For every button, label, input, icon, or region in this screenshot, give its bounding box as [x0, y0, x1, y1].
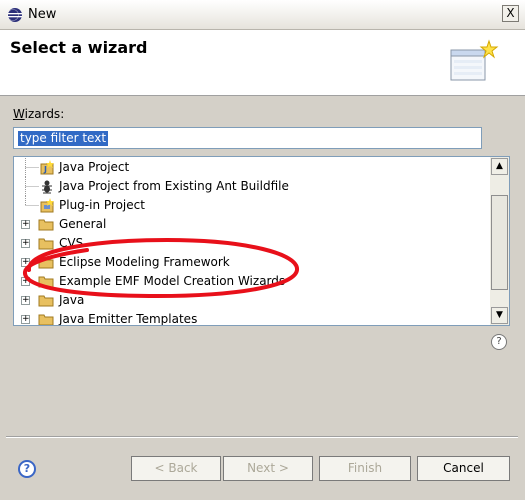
title-bar: New X: [0, 0, 525, 30]
next-button[interactable]: Next >: [223, 456, 313, 481]
tree-item-label: Plug-in Project: [59, 198, 145, 212]
scrollbar-thumb[interactable]: [491, 195, 508, 290]
scroll-down-icon[interactable]: ▼: [491, 307, 508, 324]
window-title: New: [28, 7, 57, 22]
filter-input-value: type filter text: [18, 131, 109, 146]
tree-item-jet[interactable]: + Java Emitter Templates: [14, 310, 490, 326]
close-button[interactable]: X: [502, 5, 519, 22]
tree-connector-icon: [25, 177, 39, 196]
tree-item-label: Java Emitter Templates: [59, 312, 198, 326]
back-button[interactable]: < Back: [131, 456, 221, 481]
expand-icon[interactable]: +: [21, 220, 30, 229]
wizards-label-text: izards:: [24, 107, 65, 121]
tree-item-label: Java Project from Existing Ant Buildfile: [59, 179, 289, 193]
eclipse-icon: [7, 8, 22, 22]
svg-text:J: J: [43, 165, 47, 174]
page-title: Select a wizard: [10, 38, 148, 57]
ant-icon: [42, 180, 52, 194]
wizard-icon: [450, 39, 499, 81]
help-button-icon[interactable]: ?: [18, 460, 36, 478]
plugin-project-icon: [40, 198, 54, 213]
tree-item-label: General: [59, 217, 107, 231]
help-icon[interactable]: ?: [491, 334, 507, 350]
folder-icon: [38, 219, 54, 231]
scroll-up-icon[interactable]: ▲: [491, 158, 508, 175]
tree-item-java-ant-project[interactable]: Java Project from Existing Ant Buildfile: [14, 177, 490, 196]
button-bar-separator: [6, 436, 518, 438]
tree-item-java-project[interactable]: J Java Project: [14, 158, 490, 177]
tree-connector-icon: [25, 158, 39, 177]
tree-item-general[interactable]: + General: [14, 215, 490, 234]
folder-icon: [38, 314, 54, 325]
wizards-label: Wizards:: [13, 107, 64, 121]
vertical-scrollbar[interactable]: ▲ ▼: [490, 157, 509, 325]
tree-connector-icon: [25, 196, 39, 206]
finish-button[interactable]: Finish: [319, 456, 411, 481]
java-project-icon: J: [40, 160, 54, 175]
wizard-banner: Select a wizard: [0, 30, 525, 96]
wizards-label-accel: W: [13, 107, 25, 121]
tree-item-label: Java Project: [59, 160, 130, 174]
tree-item-plugin-project[interactable]: Plug-in Project: [14, 196, 490, 215]
annotation-ellipse: [23, 238, 299, 298]
expand-icon[interactable]: +: [21, 315, 30, 324]
cancel-button[interactable]: Cancel: [417, 456, 510, 481]
